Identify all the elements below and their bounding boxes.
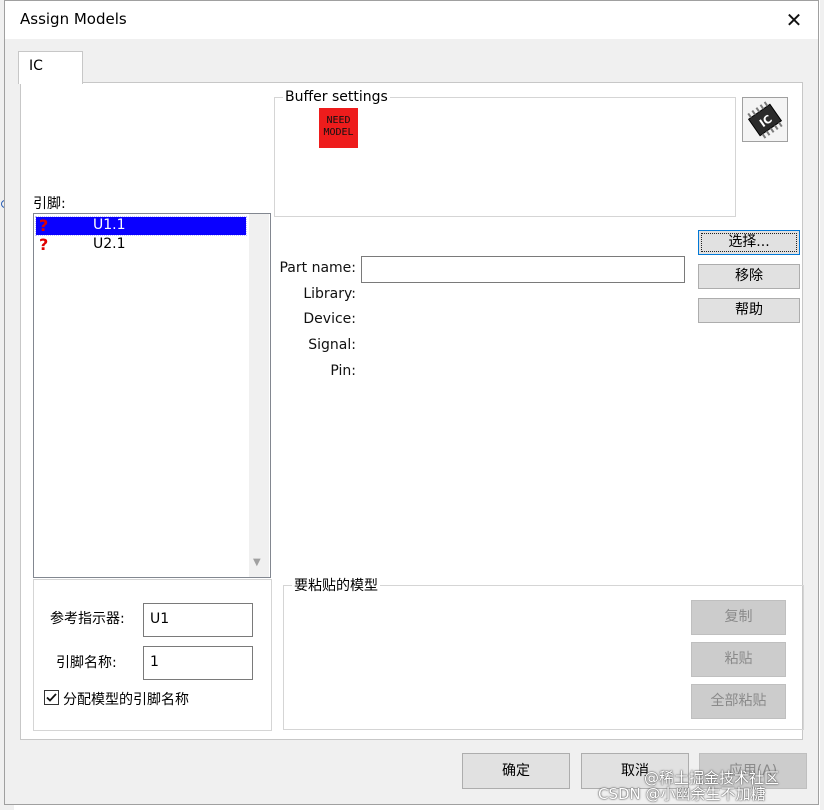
pin-name: U1.1	[93, 217, 126, 233]
background-right-strip	[820, 0, 824, 810]
need-model-text-2: MODEL	[323, 127, 354, 138]
paste-all-button[interactable]: 全部粘贴	[691, 684, 786, 719]
paste-all-button-label: 全部粘贴	[710, 693, 767, 709]
chevron-down-icon[interactable]: ▼	[253, 557, 261, 568]
question-icon: ?	[39, 235, 49, 254]
question-icon: ?	[39, 216, 49, 235]
device-label: Device:	[303, 311, 356, 327]
part-name-input[interactable]	[361, 256, 685, 283]
paste-button-label: 粘贴	[724, 651, 753, 667]
copy-button[interactable]: 复制	[691, 600, 786, 635]
tab-panel: Buffer settings NEED MODEL IC 引脚: ? U1.1…	[20, 82, 804, 740]
signal-label: Signal:	[308, 337, 356, 353]
help-button-label: 帮助	[735, 302, 763, 318]
library-label: Library:	[303, 286, 356, 302]
close-icon: ✕	[785, 8, 803, 32]
watermark-line-2: CSDN @小幽余生不加糖	[598, 785, 766, 803]
paste-button[interactable]: 粘贴	[691, 642, 786, 677]
remove-button-label: 移除	[735, 268, 763, 284]
select-button[interactable]: 选择...	[698, 230, 800, 255]
pin-name: U2.1	[93, 236, 126, 252]
part-name-label: Part name:	[279, 260, 356, 276]
pin-row-u1-1[interactable]: ? U1.1	[35, 216, 247, 236]
paste-models-legend: 要粘贴的模型	[294, 578, 378, 594]
assign-pin-names-label: 分配模型的引脚名称	[63, 692, 189, 708]
ref-designator-label: 参考指示器:	[50, 611, 125, 627]
ic-chip-icon: IC	[747, 101, 783, 139]
ref-designator-value: U1	[150, 611, 170, 627]
pins-list[interactable]: ? U1.1 ? U2.1 ▼	[33, 213, 271, 578]
assign-models-dialog: Assign Models ✕ IC Buffer settings NEED …	[4, 0, 819, 805]
dialog-title: Assign Models	[20, 10, 127, 28]
pin-row-u2-1[interactable]: ? U2.1	[36, 235, 246, 254]
help-button[interactable]: 帮助	[698, 298, 800, 323]
assign-pin-names-checkbox[interactable]	[44, 690, 59, 705]
pin-name-label: 引脚名称:	[56, 655, 117, 671]
title-bar: Assign Models ✕	[5, 1, 818, 39]
need-model-icon: NEED MODEL	[319, 108, 358, 148]
tab-ic[interactable]: IC	[18, 51, 83, 84]
ic-chip-button[interactable]: IC	[742, 97, 788, 142]
tab-ic-label: IC	[29, 58, 43, 74]
ok-button-label: 确定	[502, 763, 530, 779]
pins-label: 引脚:	[33, 196, 66, 212]
reference-group: 参考指示器: U1 引脚名称: 1 分配模型的引脚名称	[33, 579, 272, 731]
focus-rectangle	[701, 233, 797, 252]
remove-button[interactable]: 移除	[698, 264, 800, 289]
ref-designator-input[interactable]: U1	[143, 603, 253, 637]
need-model-text-1: NEED	[326, 115, 351, 126]
ok-button[interactable]: 确定	[462, 753, 570, 789]
close-button[interactable]: ✕	[775, 5, 813, 35]
checkmark-icon	[46, 693, 57, 702]
pin-label: Pin:	[330, 363, 356, 379]
copy-button-label: 复制	[724, 609, 753, 625]
pin-name-value: 1	[150, 654, 159, 670]
pin-name-input[interactable]: 1	[143, 646, 253, 680]
buffer-settings-legend: Buffer settings	[285, 89, 388, 105]
